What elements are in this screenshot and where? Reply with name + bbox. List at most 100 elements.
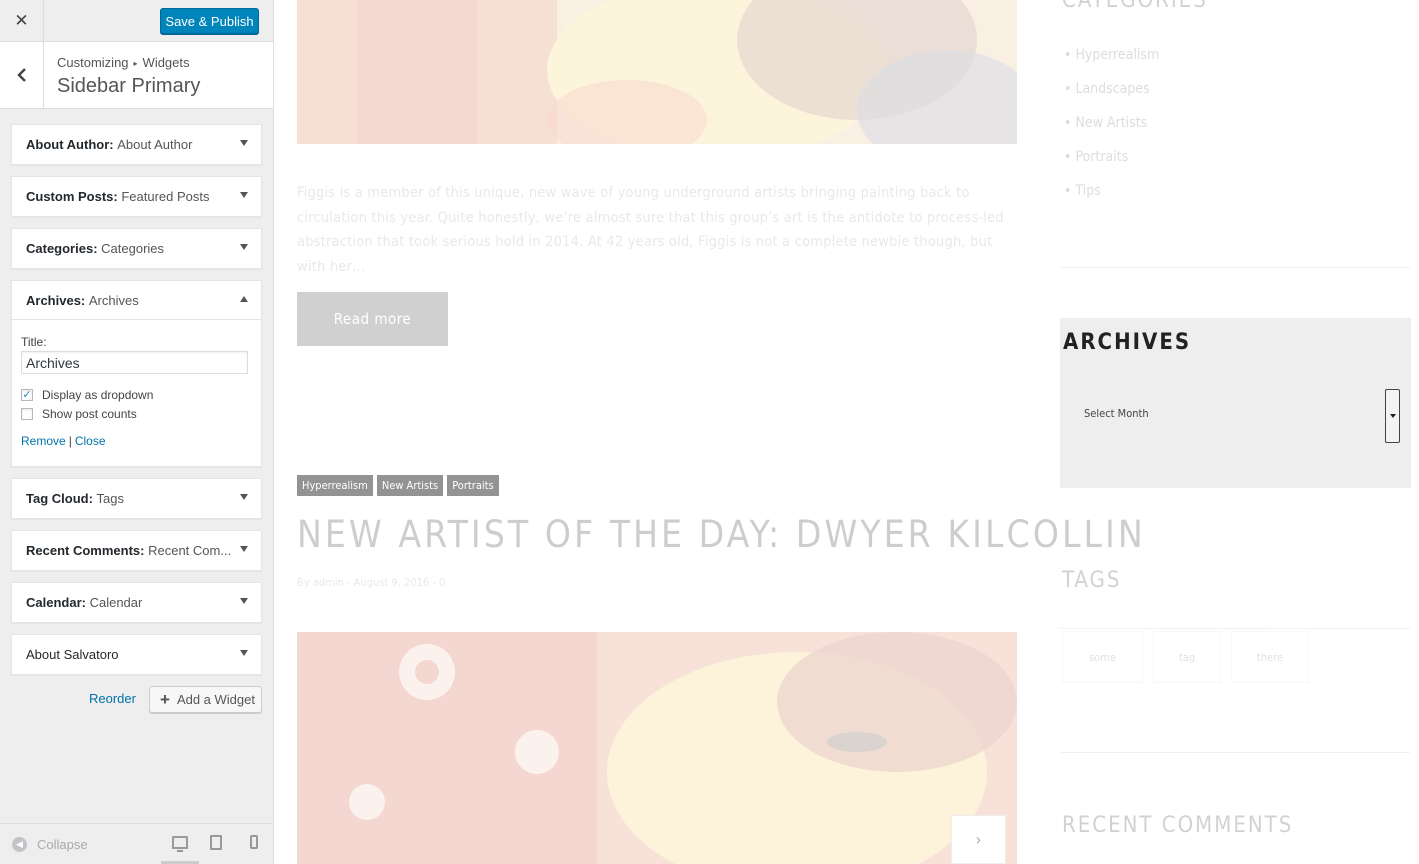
customizer-sidebar: ✕ Save & Publish Customizing ▸ Widgets Sid… (0, 0, 274, 864)
breadcrumb-separator-icon: ▸ (133, 59, 138, 68)
read-more-button[interactable]: Read more (297, 292, 448, 346)
widget-title: Archives (88, 292, 139, 308)
arrow-down-icon[interactable] (240, 140, 248, 146)
dropdown-option[interactable]: ✓ Display as dropdown (21, 388, 252, 402)
widget-about-salvatoro[interactable]: About Salvatoro (11, 634, 262, 675)
remove-widget-link[interactable]: Remove (21, 434, 66, 448)
widget-header[interactable]: Recent Comments: Recent Com... (12, 531, 261, 570)
save-publish-button[interactable]: Save & Publish (160, 8, 259, 34)
close-widget-link[interactable]: Close (75, 434, 106, 448)
post-meta: By admin - August 9, 2016 - 0 (297, 576, 446, 589)
post-tag[interactable]: New Artists (376, 475, 444, 496)
arrow-down-icon[interactable] (240, 650, 248, 656)
tag-cloud: some tag there (1062, 631, 1309, 683)
widget-categories[interactable]: Categories: Categories (11, 228, 262, 269)
breadcrumb-current: Widgets (142, 55, 190, 70)
panel-header: Customizing ▸ Widgets Sidebar Primary (0, 42, 273, 109)
arrow-down-icon[interactable] (240, 192, 248, 198)
widget-header[interactable]: Tag Cloud: Tags (12, 479, 261, 518)
tag-cloud-link[interactable]: some (1062, 631, 1143, 683)
customizer-header: ✕ Save & Publish (0, 0, 273, 42)
desktop-preview-icon[interactable] (172, 836, 188, 852)
widget-type: About Author: (26, 137, 114, 152)
widget-header[interactable]: Calendar: Calendar (12, 583, 261, 622)
sidebar-divider (1060, 628, 1410, 629)
widget-header[interactable]: Categories: Categories (12, 229, 261, 268)
tablet-preview-icon[interactable] (210, 835, 222, 850)
plus-icon: + (160, 689, 170, 709)
post-tags: Hyperrealism New Artists Portraits (297, 475, 499, 496)
mobile-preview-icon[interactable] (250, 835, 258, 849)
chevron-left-icon (16, 68, 26, 82)
tag-cloud-link[interactable]: tag (1153, 631, 1221, 683)
post-tag[interactable]: Portraits (447, 475, 499, 496)
category-link[interactable]: Portraits (1064, 149, 1159, 183)
dropdown-checkbox[interactable]: ✓ (21, 388, 33, 401)
widget-archives[interactable]: Archives: Archives Title: ✓ Display as d… (11, 280, 262, 467)
dropdown-checkbox-label[interactable]: Display as dropdown (42, 388, 153, 402)
widget-type: Archives: (26, 292, 86, 308)
sidebar-divider (1060, 752, 1410, 753)
widget-actions: Remove | Close (21, 434, 252, 448)
archives-widget-highlight[interactable]: ARCHIVES Select Month (1060, 318, 1411, 488)
arrow-down-icon[interactable] (240, 546, 248, 552)
widget-title: About Author (117, 137, 193, 152)
title-input[interactable] (21, 351, 248, 374)
widget-type: Categories: (26, 241, 98, 256)
close-customizer-button[interactable]: ✕ (0, 0, 44, 42)
archives-heading: ARCHIVES (1063, 330, 1192, 355)
archives-dropdown[interactable]: Select Month (1063, 389, 1400, 443)
arrow-down-icon[interactable] (240, 244, 248, 250)
post-featured-image[interactable] (297, 0, 1017, 144)
widget-recent-comments[interactable]: Recent Comments: Recent Com... (11, 530, 262, 571)
widget-title: Calendar (89, 595, 143, 610)
widget-calendar[interactable]: Calendar: Calendar (11, 582, 262, 623)
category-link[interactable]: Hyperrealism (1064, 47, 1159, 81)
post-title[interactable]: NEW ARTIST OF THE DAY: DWYER KILCOLLIN (297, 513, 1146, 556)
post-counts-checkbox[interactable] (21, 407, 33, 420)
sidebar-divider (1060, 267, 1410, 268)
category-link[interactable]: Landscapes (1064, 81, 1159, 115)
arrow-down-icon[interactable] (240, 598, 248, 604)
widget-header[interactable]: About Salvatoro (12, 635, 261, 674)
widget-about-author[interactable]: About Author: About Author (11, 124, 262, 165)
widget-title: Tags (96, 491, 125, 506)
arrow-up-icon[interactable] (240, 296, 248, 302)
tag-cloud-link[interactable]: there (1231, 631, 1309, 683)
reorder-link[interactable]: Reorder (89, 691, 136, 706)
collapse-icon[interactable]: ◀ (12, 837, 27, 852)
tags-heading: TAGS (1062, 568, 1122, 593)
back-button[interactable] (0, 42, 44, 108)
category-link[interactable]: New Artists (1064, 115, 1159, 149)
post-featured-image-2[interactable] (297, 632, 1017, 864)
widget-type: Tag Cloud: (26, 491, 93, 506)
category-link[interactable]: Tips (1064, 183, 1159, 217)
post-tag[interactable]: Hyperrealism (297, 475, 373, 496)
chevron-right-icon: › (975, 830, 982, 849)
widget-header[interactable]: About Author: About Author (12, 125, 261, 164)
collapse-button[interactable]: Collapse (37, 837, 88, 852)
widget-title: Categories (101, 241, 165, 256)
widget-custom-posts[interactable]: Custom Posts: Featured Posts (11, 176, 262, 217)
recent-comments-heading: RECENT COMMENTS (1062, 813, 1294, 838)
slider-next-button[interactable]: › (951, 815, 1006, 864)
widget-type: Recent Comments: (26, 543, 145, 558)
close-icon: ✕ (14, 11, 29, 30)
widget-title: Recent Com... (148, 543, 232, 558)
widget-tag-cloud[interactable]: Tag Cloud: Tags (11, 478, 262, 519)
add-widget-button[interactable]: + Add a Widget (149, 686, 262, 713)
widget-type: Custom Posts: (26, 189, 118, 204)
widget-header[interactable]: Custom Posts: Featured Posts (12, 177, 261, 216)
widget-title: Featured Posts (121, 189, 210, 204)
panel-title: Sidebar Primary (57, 75, 201, 97)
dropdown-arrow-icon[interactable] (1385, 389, 1400, 443)
post-counts-option[interactable]: Show post counts (21, 407, 252, 421)
widget-header[interactable]: Archives: Archives (12, 281, 261, 320)
site-preview[interactable]: Figgis is a member of this unique, new w… (274, 0, 1419, 864)
categories-heading: CATEGORIES (1062, 0, 1208, 13)
painting-image (297, 632, 1017, 864)
arrow-down-icon[interactable] (240, 494, 248, 500)
widget-form: Title: ✓ Display as dropdown Show post c… (12, 320, 261, 458)
post-counts-checkbox-label[interactable]: Show post counts (42, 407, 137, 421)
title-label: Title: (21, 335, 47, 349)
